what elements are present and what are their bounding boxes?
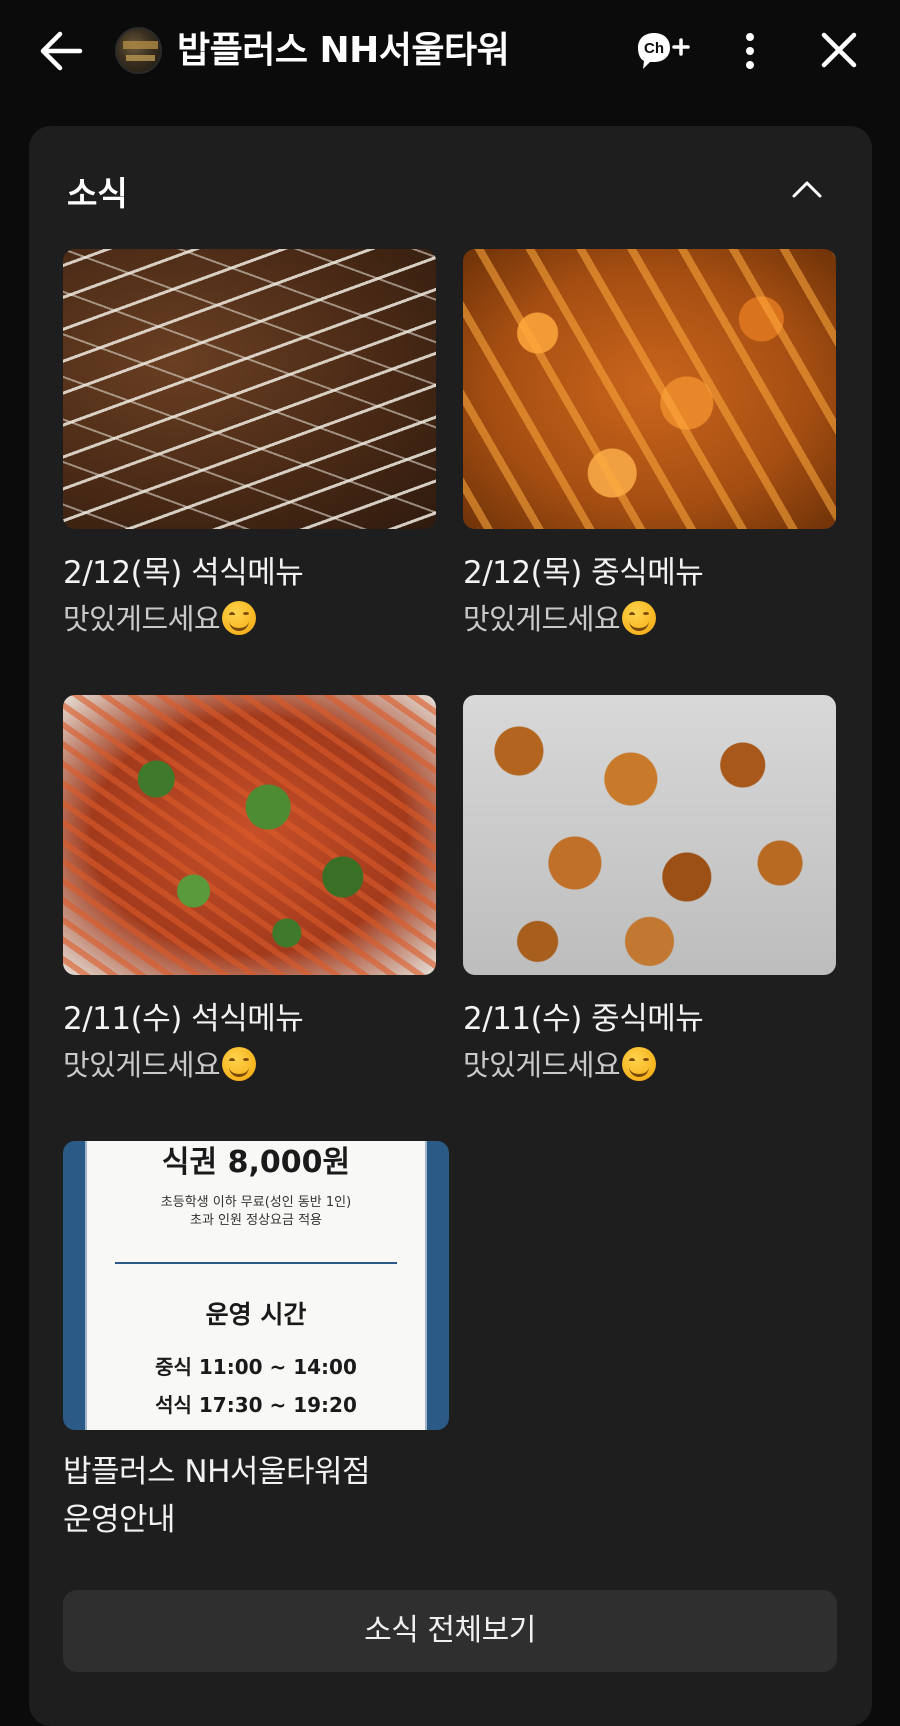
close-button[interactable] <box>814 28 864 74</box>
post-subtitle: 맛있게드세요 <box>463 1043 836 1087</box>
post-card[interactable]: 2/11(수) 중식메뉴 맛있게드세요 <box>463 695 836 1087</box>
post-subtitle: 맛있게드세요 <box>463 597 836 641</box>
post-subtitle: 맛있게드세요 <box>63 1043 436 1087</box>
close-icon <box>821 32 857 68</box>
poster-heading: 운영 시간 <box>205 1300 307 1329</box>
poster-price: 식권 8,000원 <box>161 1145 351 1180</box>
post-title: 2/12(목) 석식메뉴 <box>63 555 304 591</box>
back-button[interactable] <box>30 22 92 80</box>
poster-paper: 식권 8,000원 초등학생 이하 무료(성인 동반 1인) 초과 인원 정상요… <box>85 1141 427 1430</box>
view-all-news-button[interactable]: 소식 전체보기 <box>63 1590 837 1672</box>
post-card[interactable]: 2/12(목) 중식메뉴 맛있게드세요 <box>463 249 836 641</box>
collapse-button[interactable] <box>787 170 827 210</box>
smiling-face-emoji <box>622 601 657 635</box>
news-card: 소식 2/12(목) 석식메뉴 맛있게드세요 2/12(목) 중식메뉴 맛있게드… <box>29 126 872 1726</box>
spicy-stirfry-photo[interactable] <box>63 695 436 975</box>
cutlet-photo[interactable] <box>63 249 436 529</box>
channel-title: 밥플러스 NH서울타워 <box>177 30 510 71</box>
post-title: 2/11(수) 중식메뉴 <box>463 1001 704 1037</box>
poster-note-1: 초등학생 이하 무료(성인 동반 1인) <box>160 1195 352 1210</box>
fried-food-photo[interactable] <box>463 249 836 529</box>
more-button[interactable] <box>735 26 765 76</box>
info-poster[interactable]: 식권 8,000원 초등학생 이하 무료(성인 동반 1인) 초과 인원 정상요… <box>63 1141 449 1430</box>
post-card[interactable]: 2/12(목) 석식메뉴 맛있게드세요 <box>63 249 436 641</box>
post-subtitle: 운영안내 <box>63 1502 176 1538</box>
poster-divider <box>115 1262 397 1264</box>
poster-note-2: 초과 인원 정상요금 적용 <box>190 1213 322 1228</box>
smiling-face-emoji <box>222 601 257 635</box>
chevron-up-icon <box>792 181 822 198</box>
post-subtitle-text: 맛있게드세요 <box>63 1048 221 1082</box>
nuggets-photo[interactable] <box>463 695 836 975</box>
poster-lunch-hours: 중식 11:00 ~ 14:00 <box>155 1355 357 1379</box>
post-subtitle: 맛있게드세요 <box>63 597 436 641</box>
post-title: 밥플러스 NH서울타워점 <box>63 1454 371 1490</box>
post-subtitle-text: 맛있게드세요 <box>63 602 221 636</box>
post-title: 2/11(수) 석식메뉴 <box>63 1001 304 1037</box>
arrow-left-icon <box>40 31 83 71</box>
top-bar: 밥플러스 NH서울타워 Ch <box>0 0 900 104</box>
smiling-face-emoji <box>622 1047 657 1081</box>
section-title: 소식 <box>67 174 128 213</box>
post-card[interactable]: 2/11(수) 석식메뉴 맛있게드세요 <box>63 695 436 1087</box>
post-subtitle-text: 맛있게드세요 <box>463 1048 621 1082</box>
poster-dinner-hours: 석식 17:30 ~ 19:20 <box>155 1393 357 1417</box>
smiling-face-emoji <box>222 1047 257 1081</box>
chat-add-icon: Ch <box>638 33 690 69</box>
post-subtitle-text: 맛있게드세요 <box>463 602 621 636</box>
chat-add-button[interactable]: Ch <box>634 28 690 74</box>
post-card[interactable]: 식권 8,000원 초등학생 이하 무료(성인 동반 1인) 초과 인원 정상요… <box>63 1141 449 1544</box>
chat-add-label: Ch <box>644 40 664 57</box>
more-vertical-icon <box>746 33 754 69</box>
post-title: 2/12(목) 중식메뉴 <box>463 555 704 591</box>
channel-avatar[interactable] <box>115 27 162 74</box>
